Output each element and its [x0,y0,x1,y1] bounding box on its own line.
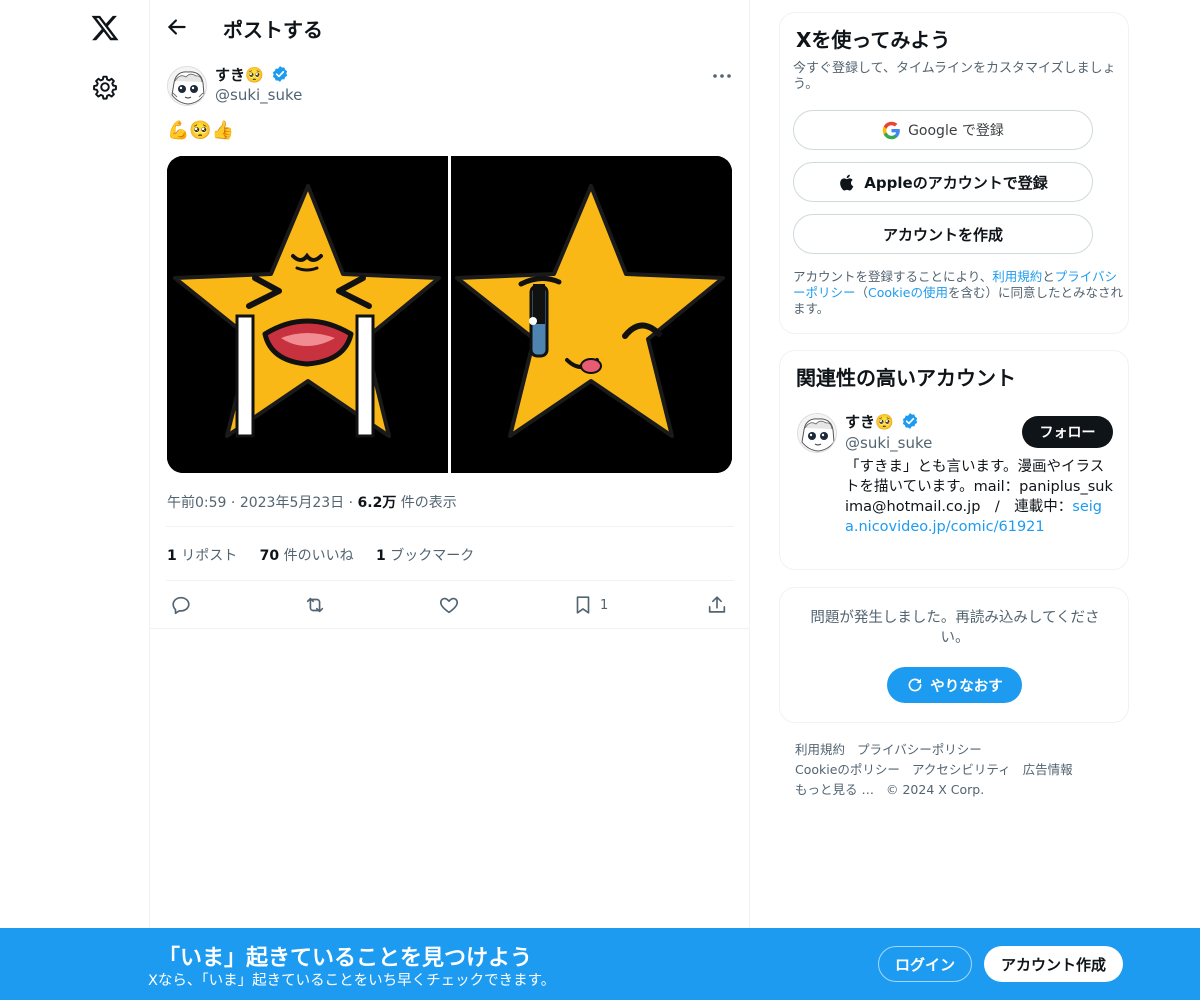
bookmarks-count: 1 [376,548,386,564]
footer-link-cookie[interactable]: Cookieのポリシー [795,762,900,777]
likes-count: 70 [259,548,280,564]
avatar[interactable] [167,66,207,106]
likes-stat[interactable]: 70 件のいいね [260,548,354,564]
author-name[interactable]: すき🥺 [215,64,289,85]
bookmark-icon [576,596,590,614]
apple-signup-button[interactable]: Appleのアカウントで登録 [793,162,1093,202]
divider [166,580,734,581]
reposts-label: リポスト [176,548,238,564]
retry-label: やりなおす [930,678,1003,695]
google-signup-button[interactable]: Google で登録 [793,110,1093,150]
page-title: ポストする [223,18,323,42]
like-button[interactable] [438,592,460,618]
signup-subtitle: 今すぐ登録して、タイムラインをカスタマイズしましょう。 [793,61,1116,92]
reply-icon [172,596,190,615]
google-icon [882,121,900,139]
google-signup-label: Google で登録 [908,123,1004,139]
divider [150,628,750,629]
bookmark-button[interactable]: 1 [572,592,608,618]
bookmarks-stat[interactable]: 1 ブックマーク [376,548,474,564]
verified-badge-icon [272,66,288,82]
gear-icon[interactable] [92,74,118,100]
left-navigation [0,0,150,1000]
share-icon [708,596,726,613]
login-button[interactable]: ログイン [878,946,972,982]
footer-link-ads[interactable]: 広告情報 [1023,762,1073,777]
copyright: © 2024 X Corp. [885,782,985,797]
footer-link-more[interactable]: もっと見る … [795,782,874,797]
page-header: ポストする [150,0,750,53]
signup-card: Xを使ってみよう 今すぐ登録して、タイムラインをカスタマイズしましょう。 Goo… [779,12,1129,334]
x-logo-icon[interactable] [90,13,120,43]
post-stats: 1 リポスト 70 件のいいね 1 ブックマーク [167,545,492,565]
retry-button[interactable]: やりなおす [887,667,1022,703]
apple-icon [840,174,854,190]
views-count: 6.2万 [357,495,397,511]
footer-links: 利用規約 プライバシーポリシー Cookieのポリシー アクセシビリティ 広告情報 も… [795,740,1115,800]
divider [166,526,734,527]
legal-notice: アカウントを登録することにより、利用規約とプライバシーポリシー（Cookieの使… [793,269,1123,317]
related-account-name[interactable]: すき🥺 [845,411,919,432]
related-accounts-card: 関連性の高いアカウント すき🥺 @suki_suke フォロー 「すきま」とも言… [779,350,1129,570]
related-account-bio: 「すきま」とも言います。漫画やイラストを描いています。mail：paniplus… [845,457,1115,537]
post-time[interactable]: 午前0:59 [167,495,226,511]
views-label: 件の表示 [396,495,457,511]
footer-link-terms[interactable]: 利用規約 [795,742,845,757]
follow-button[interactable]: フォロー [1022,416,1113,448]
legal-paren: （ [855,285,869,300]
bookmark-count: 1 [600,597,609,613]
verified-badge-icon [902,413,918,429]
post-media[interactable] [167,156,732,473]
arrow-left-icon[interactable] [164,14,190,40]
meta-separator: · [230,495,236,511]
author-name-text: すき🥺 [215,66,264,84]
repost-icon [306,597,324,613]
likes-label: 件のいいね [279,548,354,564]
refresh-icon [908,678,922,692]
meta-separator: · [348,495,354,511]
cookie-link[interactable]: Cookieの使用 [868,285,948,300]
avatar[interactable] [797,413,837,453]
author-handle[interactable]: @suki_suke [215,86,302,104]
footer-link-privacy[interactable]: プライバシーポリシー [857,742,982,757]
signup-banner: 「いま」起きていることを見つけよう Xなら、「いま」起きていることをいち早くチェ… [0,928,1200,1000]
media-image-crying-star[interactable] [167,156,448,473]
reposts-stat[interactable]: 1 リポスト [167,548,237,564]
repost-button[interactable] [304,592,326,618]
related-account-handle[interactable]: @suki_suke [845,434,932,452]
signup-button[interactable]: アカウント作成 [984,946,1123,982]
signup-title: Xを使ってみよう [796,28,951,52]
terms-link[interactable]: 利用規約 [992,269,1042,284]
apple-signup-label: Appleのアカウントで登録 [864,173,1048,192]
share-button[interactable] [706,592,728,618]
banner-title: 「いま」起きていることを見つけよう [158,946,533,971]
main-column: ポストする すき🥺 @suki_suke 💪🥺👍 午前0:59 · 2023年5… [149,0,750,1000]
related-name-text: すき🥺 [845,413,894,431]
legal-and: と [1042,269,1055,284]
bookmarks-label: ブックマーク [385,548,475,564]
post-text: 💪🥺👍 [167,120,235,141]
create-account-button[interactable]: アカウントを作成 [793,214,1093,254]
error-message: 問題が発生しました。再読み込みしてください。 [810,610,1100,646]
legal-prefix: アカウントを登録することにより、 [793,269,993,284]
heart-icon [439,597,459,614]
related-title: 関連性の高いアカウント [796,366,1016,390]
banner-subtitle: Xなら、「いま」起きていることをいち早くチェックできます。 [148,973,556,989]
error-card: 問題が発生しました。再読み込みしてください。 やりなおす [779,587,1129,723]
post-actions: 1 [166,592,734,620]
reply-button[interactable] [170,592,192,618]
media-image-winking-star[interactable] [451,156,732,473]
post-date[interactable]: 2023年5月23日 [240,495,344,511]
more-options-icon[interactable] [710,66,734,86]
post-meta: 午前0:59 · 2023年5月23日 · 6.2万 件の表示 [167,492,457,512]
create-account-label: アカウントを作成 [882,225,1003,244]
reposts-count: 1 [167,548,177,564]
footer-link-accessibility[interactable]: アクセシビリティ [912,762,1011,777]
